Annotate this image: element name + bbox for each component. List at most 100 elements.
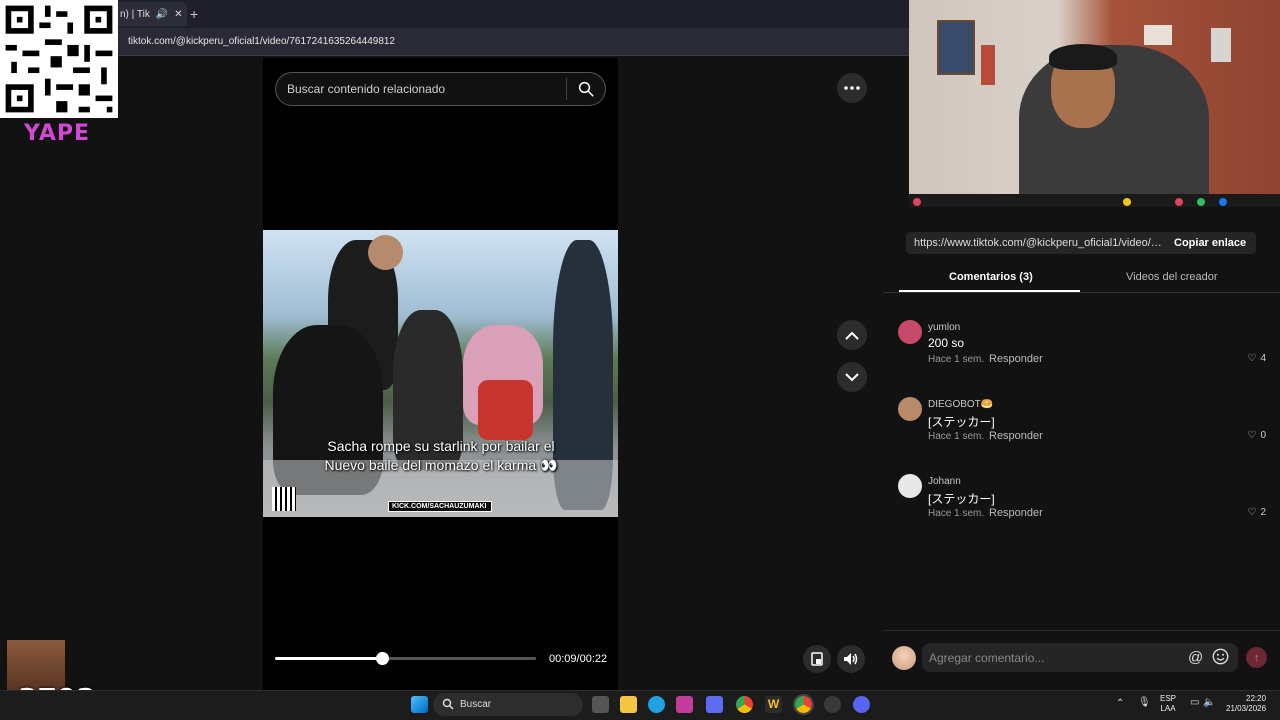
obs-icon[interactable] (824, 696, 841, 713)
url-text[interactable]: tiktok.com/@kickperu_oficial1/video/7617… (128, 36, 395, 47)
search-icon (442, 698, 454, 710)
share-link[interactable]: https://www.tiktok.com/@kickperu_oficial… (914, 237, 1164, 249)
language-indicator[interactable]: ESP LAA (1160, 694, 1176, 714)
network-icon[interactable]: ▭ (1190, 697, 1199, 708)
volume-icon (844, 653, 858, 665)
webcam-overlay (909, 0, 1280, 207)
pip-icon (811, 652, 823, 666)
tray-chevron-icon[interactable]: ⌃ (1116, 698, 1124, 709)
mention-icon[interactable]: @ (1188, 649, 1203, 666)
edge-icon[interactable] (648, 696, 665, 713)
like-button[interactable]: ♡ 2 (1247, 507, 1266, 518)
tab-creator-videos[interactable]: Videos del creador (1126, 271, 1218, 283)
emoji-icon[interactable] (1212, 648, 1229, 665)
progress-fill (275, 657, 382, 660)
video-caption: Sacha rompe su starlink por bailar el Nu… (296, 437, 586, 475)
search-icon[interactable] (577, 80, 595, 98)
taskbar-search-label[interactable]: Buscar (460, 699, 491, 710)
tab-title: n) | Tik (120, 8, 150, 20)
more-options-button[interactable] (837, 73, 867, 103)
progress-handle[interactable] (376, 652, 389, 665)
heart-icon (913, 198, 921, 206)
avatar[interactable] (898, 320, 922, 344)
comment-text: [ステッカー] (928, 415, 995, 429)
browser-tab[interactable]: n) | Tik 🔊 ✕ (112, 2, 187, 26)
comment-username[interactable]: yumlon (928, 322, 960, 333)
tab-audio-icon[interactable]: 🔊 (156, 9, 168, 20)
wall-sign (1144, 25, 1172, 45)
tab-comments[interactable]: Comentarios (3) (949, 271, 1033, 283)
reply-button[interactable]: Responder (989, 353, 1043, 365)
copilot-icon[interactable] (706, 696, 723, 713)
like-button[interactable]: ♡ 4 (1247, 353, 1266, 364)
volume-button[interactable] (837, 645, 865, 673)
tab-close-icon[interactable]: ✕ (174, 9, 182, 20)
reply-button[interactable]: Responder (989, 507, 1043, 519)
like-button[interactable]: ♡ 0 (1247, 430, 1266, 441)
share-icon (1123, 198, 1131, 206)
comment-text: 200 so (928, 336, 965, 350)
caption-line: Sacha rompe su starlink por bailar el (327, 438, 555, 454)
avatar[interactable] (898, 474, 922, 498)
streamer-body (1019, 45, 1209, 207)
comment-time: Hace 1 sem. (928, 431, 985, 442)
caption-line: Nuevo baile del momazo el karma 👀 (324, 457, 558, 473)
file-explorer-icon[interactable] (620, 696, 637, 713)
share-icon (1219, 198, 1227, 206)
comment-input-placeholder[interactable]: Agregar comentario... (929, 651, 1044, 665)
app-icon[interactable] (676, 696, 693, 713)
video-time: 00:09/00:22 (549, 653, 608, 665)
tabs-divider (883, 292, 1280, 293)
like-count: 0 (1260, 430, 1266, 441)
previous-video-button[interactable] (837, 320, 867, 350)
microphone-icon[interactable]: 🎙 (1138, 697, 1151, 708)
lang-line: LAA (1160, 704, 1176, 713)
video-figure (478, 380, 533, 440)
windows-start-icon[interactable] (411, 696, 428, 713)
comment-time: Hace 1 sem. (928, 354, 985, 365)
qr-icon (0, 0, 118, 118)
copy-link-button[interactable]: Copiar enlace (1174, 237, 1246, 249)
app-w-icon[interactable]: W (765, 696, 782, 713)
task-view-icon[interactable] (592, 696, 609, 713)
picture-in-picture-button[interactable] (803, 645, 831, 673)
discord-icon[interactable] (853, 696, 870, 713)
clock-date: 21/03/2026 (1226, 704, 1267, 713)
streamer-hair (1049, 44, 1117, 70)
comment-text: [ステッカー] (928, 492, 995, 506)
video-watermark: KICK.COM/SACHAUZUMAKI (388, 501, 492, 512)
like-count: 4 (1260, 353, 1266, 364)
share-icon (1175, 198, 1183, 206)
more-icon (844, 86, 860, 90)
comment-time: Hace 1 sem. (928, 508, 985, 519)
comment-item: yumlon 200 so Hace 1 sem. Responder ♡ 4 (898, 320, 1268, 380)
wall-poster (937, 20, 975, 75)
speaker-icon[interactable]: 🔈 (1203, 697, 1215, 708)
comment-item: Johann [ステッカー] Hace 1 sem. Responder ♡ 2 (898, 474, 1268, 534)
wall-poster (981, 45, 995, 85)
clock-time: 22:20 (1246, 694, 1267, 703)
arrow-up-icon: ↑ (1253, 651, 1260, 664)
comment-item: DIEGOBOT🥯 [ステッカー] Hace 1 sem. Responder … (898, 397, 1268, 457)
new-tab-button[interactable]: + (190, 6, 198, 22)
related-search-placeholder[interactable]: Buscar contenido relacionado (287, 82, 445, 96)
send-comment-button[interactable]: ↑ (1246, 647, 1267, 668)
yape-qr-code (0, 0, 118, 118)
next-video-button[interactable] (837, 362, 867, 392)
video-qr-icon (272, 487, 296, 511)
reply-button[interactable]: Responder (989, 430, 1043, 442)
avatar[interactable] (892, 646, 916, 670)
heart-icon: ♡ (1247, 430, 1257, 441)
avatar[interactable] (898, 397, 922, 421)
taskbar-search[interactable] (433, 693, 583, 716)
tray-clock[interactable]: 22:20 21/03/2026 (1226, 694, 1266, 714)
comment-username[interactable]: Johann (928, 476, 961, 487)
comment-bar-divider (883, 630, 1280, 631)
chrome-active-icon[interactable] (793, 694, 814, 715)
yape-label: YAPE (24, 121, 91, 146)
search-divider (566, 78, 567, 100)
like-count: 2 (1260, 507, 1266, 518)
comment-username[interactable]: DIEGOBOT🥯 (928, 399, 993, 410)
chrome-icon[interactable] (736, 696, 753, 713)
heart-icon: ♡ (1247, 353, 1257, 364)
